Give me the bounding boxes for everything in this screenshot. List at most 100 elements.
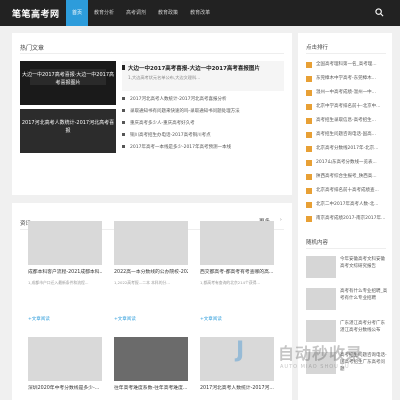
watermark-sub: AUTO MIAO SHOU LU: [280, 364, 350, 370]
rank-label: 东莞樟木中学高考-东莞樟木...: [316, 76, 376, 81]
rank-item[interactable]: 北京高考分数线2017年-北京...: [306, 145, 388, 157]
rank-thumb: [306, 118, 312, 124]
divider: [306, 248, 386, 249]
card-title[interactable]: 往年高考难度系数-往年高考难度...: [114, 384, 188, 391]
rank-item[interactable]: 全国高考理科第一名_高考理...: [306, 61, 388, 73]
chevron-right-icon[interactable]: ›: [280, 217, 282, 223]
divider: [20, 53, 284, 54]
rank-item[interactable]: 北京中学高考排名前十-北京中...: [306, 103, 388, 115]
random-label: 今年安徽高考文科安徽高考文综研究报告: [340, 257, 385, 269]
rank-thumb: [306, 146, 312, 152]
featured-title: 2017河北高考人数统计-2017河北高考喜报: [21, 120, 115, 134]
nav-item-analysis[interactable]: 教育分析: [88, 0, 120, 26]
list-item-label: 铜川高考招生办电话-2017高考铜川考点: [130, 133, 211, 138]
rank-item[interactable]: 温州一中高考成绩-温州一中...: [306, 89, 388, 101]
card-image: [200, 221, 274, 265]
rank-item[interactable]: 高考招生录取信息-高考招生...: [306, 117, 388, 129]
site-logo[interactable]: 笔笔高考网: [12, 7, 60, 20]
top-article[interactable]: 大边一中2017高考喜报-大边一中2017高考喜报图片 1,大边高考状元名单公布…: [122, 61, 284, 91]
divider: [306, 53, 386, 54]
list-item[interactable]: 重庆高考多少人-重庆高考好久考: [122, 119, 284, 129]
rank-title: 点击排行: [306, 45, 329, 51]
card-title[interactable]: 西交都高考-都高考有考查哪的高...: [200, 268, 274, 275]
read-more-button[interactable]: +文章阅读: [200, 316, 222, 322]
rank-label: 北京中学高考排名前十-北京中...: [316, 104, 381, 109]
rank-label: 北京高考排名前十高考成绩查...: [316, 188, 379, 193]
card-title[interactable]: 2022高一本分数线的公办院校-2022...: [114, 268, 188, 275]
list-item[interactable]: 2017河北高考人数统计-2017河北高考喜报分析: [122, 95, 284, 105]
marker-icon: [122, 65, 125, 70]
rank-item[interactable]: 陕西高考综合生报考_陕西高...: [306, 173, 388, 185]
rank-thumb: [306, 216, 312, 222]
random-title: 随机内容: [306, 240, 329, 246]
card-image: [114, 221, 188, 265]
rank-thumb: [306, 202, 312, 208]
bullet-icon: [122, 145, 125, 148]
rank-label: 高考招生录取信息-高考招生...: [316, 118, 376, 123]
card-title[interactable]: 深圳2020年中考分数线是多少-...: [28, 384, 102, 391]
rank-item[interactable]: 高考招生问题咨询电话-国高...: [306, 131, 388, 143]
list-item-label: 重庆高考多少人-重庆高考好久考: [130, 121, 195, 126]
random-item[interactable]: 今年安徽高考文科安徽高考文综研究报告: [306, 256, 388, 284]
random-label: 高考有什么专业招聘_高考有什么专业招聘: [340, 289, 388, 301]
card-desc: 1,都高考有查询的北京214个获得...: [200, 280, 261, 285]
list-item-label: 2017河北高考人数统计-2017河北高考喜报分析: [130, 97, 227, 102]
rank-label: 2017山东高考分数线一览表...: [316, 160, 377, 165]
rank-label: 北京二中2017年高考人数-北...: [316, 202, 379, 207]
top-article-title[interactable]: 大边一中2017高考喜报-大边一中2017高考喜报图片: [128, 64, 260, 72]
list-item[interactable]: 铜川高考招生办电话-2017高考铜川考点: [122, 131, 284, 141]
nav-item-reform[interactable]: 教育改革: [184, 0, 216, 26]
card-image: [114, 337, 188, 381]
rank-thumb: [306, 62, 312, 68]
watermark: J 自动秒收录 AUTO MIAO SHOU LU: [230, 330, 400, 380]
card-title[interactable]: 成都本科客户流程-2021成都本科...: [28, 268, 102, 275]
top-article-desc: 1,大边高考状元名单公布,大边文理科...: [128, 75, 201, 80]
bullet-icon: [122, 97, 125, 100]
rank-thumb: [306, 104, 312, 110]
nav-item-policy[interactable]: 教育政策: [152, 0, 184, 26]
rank-item[interactable]: 北京二中2017年高考人数-北...: [306, 201, 388, 213]
rank-thumb: [306, 188, 312, 194]
rank-thumb: [306, 132, 312, 138]
card-desc: 1,2022高考报...二本 本科的分...: [114, 280, 170, 285]
nav-item-home[interactable]: 首页: [66, 0, 89, 26]
featured-title: 大边一中2017高考喜报·大边一中2017高考喜报图片: [21, 72, 115, 86]
random-item[interactable]: 高考有什么专业招聘_高考有什么专业招聘: [306, 288, 388, 316]
list-item-label: 录取通知书有问题来快速的吗-录取通知书问题处理方法: [130, 109, 240, 114]
list-item[interactable]: 2017年高考一本线是多少-2017年高考预测一本线: [122, 143, 284, 153]
rank-item[interactable]: 2017山东高考分数线一览表...: [306, 159, 388, 171]
rank-label: 陕西高考综合生报考_陕西高...: [316, 174, 377, 179]
section-title: 热门文章: [20, 45, 45, 52]
card-desc: 1,成都市户口迁入最新条件和流程...: [28, 280, 89, 285]
rank-item[interactable]: 北京高考排名前十高考成绩查...: [306, 187, 388, 199]
card-title[interactable]: 2017河北高考人数统计-2017河...: [200, 384, 274, 391]
featured-article[interactable]: 大边一中2017高考喜报·大边一中2017高考喜报图片: [20, 61, 116, 105]
rank-label: 北京高考分数线2017年-北京...: [316, 146, 379, 151]
rank-item[interactable]: 南京高考成绩2017-南京2017年...: [306, 215, 388, 227]
rank-thumb: [306, 174, 312, 180]
card-image: [28, 337, 102, 381]
watermark-mark: J: [236, 338, 245, 363]
list-item[interactable]: 录取通知书有问题来快速的吗-录取通知书问题处理方法: [122, 107, 284, 117]
featured-article[interactable]: 2017河北高考人数统计-2017河北高考喜报: [20, 109, 116, 153]
card-image: [28, 221, 102, 265]
thumbnail-image: [306, 288, 336, 310]
rank-panel: 点击排行 全国高考理科第一名_高考理... 东莞樟木中学高考-东莞樟木... 温…: [298, 33, 392, 249]
read-more-button[interactable]: +文章阅读: [114, 316, 136, 322]
rank-item[interactable]: 东莞樟木中学高考-东莞樟木...: [306, 75, 388, 87]
rank-label: 南京高考成绩2017-南京2017年...: [316, 216, 386, 221]
thumbnail-image: [306, 256, 336, 278]
rank-thumb: [306, 90, 312, 96]
list-item-label: 2017年高考一本线是多少-2017年高考预测一本线: [130, 145, 232, 150]
hot-articles-panel: 热门文章 大边一中2017高考喜报·大边一中2017高考喜报图片 2017河北高…: [12, 33, 292, 195]
read-more-button[interactable]: +文章阅读: [28, 316, 50, 322]
watermark-brand: 自动秒收录: [278, 344, 364, 363]
bullet-icon: [122, 109, 125, 112]
top-nav: 笔笔高考网 首页 教育分析 高考调剂 教育政策 教育改革: [0, 0, 400, 26]
nav-menu: 首页 教育分析 高考调剂 教育政策 教育改革: [66, 0, 216, 26]
search-icon[interactable]: [375, 8, 384, 17]
rank-label: 温州一中高考成绩-温州一中...: [316, 90, 376, 95]
nav-item-adjust[interactable]: 高考调剂: [120, 0, 152, 26]
rank-label: 全国高考理科第一名_高考理...: [316, 62, 377, 67]
rank-thumb: [306, 160, 312, 166]
